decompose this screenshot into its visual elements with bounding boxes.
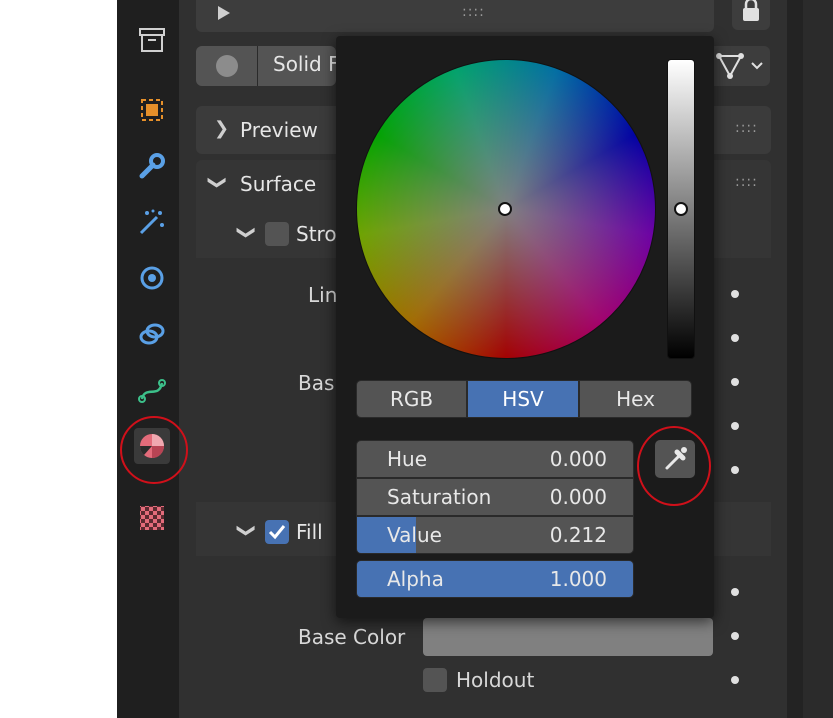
particles-icon[interactable] (134, 204, 170, 240)
keyframe-dot[interactable] (731, 588, 739, 596)
mode-tab-hex[interactable]: Hex (579, 380, 692, 418)
archive-icon[interactable] (134, 22, 170, 58)
base-color-label: Base Color (298, 625, 406, 649)
saturation-label: Saturation (387, 485, 492, 509)
material-name[interactable]: Solid F (273, 52, 340, 76)
chevron-right-icon[interactable]: ❯ (214, 118, 229, 139)
color-wheel-cursor[interactable] (498, 202, 512, 216)
fill-title[interactable]: Fill (296, 520, 323, 544)
wrench-icon[interactable] (134, 148, 170, 184)
alpha-label: Alpha (387, 567, 444, 591)
fill-checkbox[interactable] (265, 520, 289, 544)
keyframe-dot[interactable] (731, 632, 739, 640)
keyframe-dot[interactable] (731, 334, 739, 342)
mode-tab-hsv[interactable]: HSV (467, 380, 579, 418)
play-icon[interactable] (218, 6, 230, 20)
drag-grip-surface[interactable]: :::: (735, 174, 758, 190)
hue-label: Hue (387, 447, 428, 471)
lock-icon (743, 0, 759, 21)
hue-value: 0.000 (549, 447, 607, 471)
drag-grip-top[interactable]: :::: (462, 4, 485, 20)
keyframe-dot[interactable] (731, 422, 739, 430)
surface-section-title[interactable]: Surface (240, 172, 316, 196)
editor-edge (803, 0, 833, 718)
stroke-checkbox[interactable] (265, 222, 289, 246)
annotation-circle-material (120, 416, 188, 484)
alpha-field[interactable]: Alpha 1.000 (356, 560, 634, 598)
keyframe-dot[interactable] (731, 676, 739, 684)
fill-chevron-down-icon[interactable]: ❯ (236, 523, 257, 538)
hue-field[interactable]: Hue 0.000 (356, 440, 634, 478)
material-preview-dot (216, 55, 238, 77)
keyframe-dot[interactable] (731, 466, 739, 474)
value-field[interactable]: Value 0.212 (356, 516, 634, 554)
data-icon[interactable] (134, 372, 170, 408)
mode-tab-rgb[interactable]: RGB (356, 380, 467, 418)
saturation-field[interactable]: Saturation 0.000 (356, 478, 634, 516)
annotation-circle-eyedropper (637, 426, 711, 506)
saturation-value: 0.000 (549, 485, 607, 509)
constraints-icon[interactable] (134, 316, 170, 352)
holdout-checkbox[interactable] (423, 668, 447, 692)
value-label: Value (387, 523, 442, 547)
stroke-title[interactable]: Stro (296, 222, 337, 246)
object-icon[interactable] (134, 92, 170, 128)
chevron-down-icon[interactable]: ❯ (207, 175, 228, 190)
base-label: Bas (298, 371, 335, 395)
checkmark-icon (268, 525, 286, 540)
panel-scrollbar[interactable] (787, 0, 803, 718)
base-color-swatch[interactable] (423, 618, 713, 656)
vertex-triangle-icon (716, 53, 763, 79)
value-value: 0.212 (549, 523, 607, 547)
keyframe-dot[interactable] (731, 290, 739, 298)
physics-icon[interactable] (134, 260, 170, 296)
lock-button[interactable] (732, 0, 770, 30)
drag-grip-preview[interactable]: :::: (735, 120, 758, 136)
solid-divider (257, 46, 258, 86)
keyframe-dot[interactable] (731, 378, 739, 386)
value-slider-handle[interactable] (674, 202, 688, 216)
alpha-value: 1.000 (549, 567, 607, 591)
mode-dropdown[interactable] (714, 46, 770, 86)
line-label: Lin (308, 283, 338, 307)
stroke-chevron-down-icon[interactable]: ❯ (236, 225, 257, 240)
playback-bar[interactable] (196, 0, 714, 32)
texture-icon[interactable] (134, 500, 170, 536)
preview-section-title[interactable]: Preview (240, 118, 318, 142)
holdout-label[interactable]: Holdout (456, 668, 534, 692)
